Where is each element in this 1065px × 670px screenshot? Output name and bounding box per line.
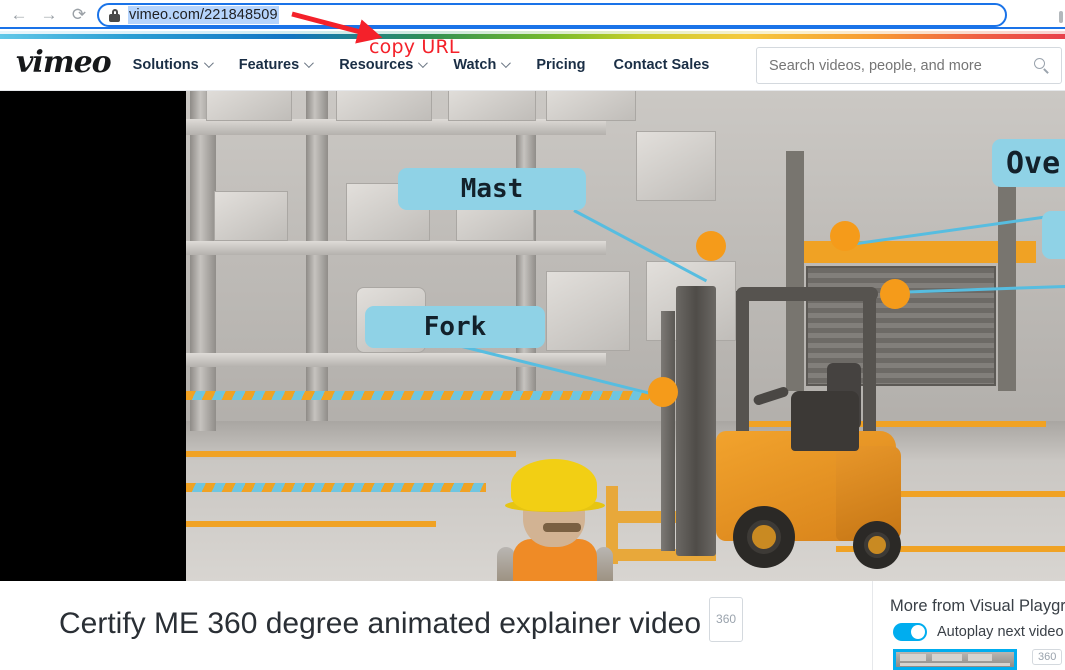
sidebar-title: More from Visual Playgr — [890, 597, 1065, 615]
callout-mast[interactable]: Mast — [398, 168, 586, 210]
nav-label: Pricing — [536, 56, 586, 73]
video-player[interactable]: Mast Fork Ove — [0, 91, 1065, 581]
callout-fork[interactable]: Fork — [365, 306, 545, 348]
shelf — [186, 241, 606, 255]
pallet-box — [336, 91, 432, 121]
nav-label: Resources — [339, 56, 414, 73]
back-button[interactable]: ← — [4, 0, 34, 29]
pallet-box — [546, 271, 630, 351]
callout-overhead-secondary[interactable] — [1042, 211, 1065, 259]
autoplay-label: Autoplay next video — [937, 624, 1064, 640]
chevron-down-icon — [203, 58, 214, 69]
related-video-thumbnail[interactable] — [893, 649, 1017, 670]
main-nav: Solutions Features Resources Watch Prici… — [133, 57, 738, 73]
rack-post — [306, 91, 328, 421]
nav-label: Solutions — [132, 56, 199, 73]
chevron-down-icon — [304, 58, 315, 69]
nav-label: Contact Sales — [613, 56, 710, 73]
address-bar[interactable]: vimeo.com/221848509 — [97, 3, 1007, 27]
browser-chrome: ← → ⟳ vimeo.com/221848509 — [0, 0, 1065, 29]
nav-item-watch[interactable]: Watch — [453, 56, 512, 73]
overhead-guard-post — [863, 291, 876, 451]
site-header: vimeo Solutions Features Resources Watch… — [0, 39, 1065, 91]
floor-stripe — [186, 451, 516, 457]
search-box[interactable] — [756, 47, 1062, 84]
nav-item-contact-sales[interactable]: Contact Sales — [613, 57, 709, 73]
video-info-area: Certify ME 360 degree animated explainer… — [0, 581, 1065, 670]
forklift — [606, 271, 941, 581]
pallet-box — [546, 91, 636, 121]
hotspot-overhead[interactable] — [830, 221, 860, 251]
seat — [791, 391, 859, 451]
autoplay-toggle[interactable] — [893, 623, 927, 641]
front-wheel — [733, 506, 795, 568]
mast — [676, 286, 716, 556]
character-worker-left — [491, 459, 641, 581]
forward-button[interactable]: → — [34, 0, 64, 29]
url-text[interactable]: vimeo.com/221848509 — [128, 6, 279, 24]
nav-item-solutions[interactable]: Solutions — [132, 56, 214, 73]
hotspot-overhead-2[interactable] — [880, 279, 910, 309]
nav-item-features[interactable]: Features — [238, 56, 315, 73]
callout-overhead[interactable]: Ove — [992, 139, 1065, 187]
chevron-down-icon — [501, 58, 512, 69]
floor-stripe — [186, 521, 436, 527]
letterbox-left — [0, 91, 186, 581]
pallet-box — [636, 131, 716, 201]
moustache — [543, 523, 581, 532]
video-title-text: Certify ME 360 degree animated explainer… — [59, 607, 702, 640]
nav-label: Features — [238, 56, 300, 73]
browser-menu-button[interactable] — [1059, 11, 1063, 23]
nav-item-resources[interactable]: Resources — [339, 56, 429, 73]
overhead-guard — [736, 287, 878, 301]
rear-wheel — [853, 521, 901, 569]
nav-item-pricing[interactable]: Pricing — [536, 57, 585, 73]
hotspot-mast[interactable] — [696, 231, 726, 261]
chevron-down-icon — [418, 58, 429, 69]
callout-label: Ove — [1006, 145, 1061, 181]
page-title: Certify ME 360 degree animated explainer… — [59, 597, 839, 643]
rack-post — [190, 91, 216, 431]
search-icon[interactable] — [1034, 58, 1049, 74]
pallet-box — [448, 91, 536, 121]
vimeo-logo[interactable]: vimeo — [16, 47, 112, 82]
lock-icon — [109, 8, 120, 22]
chrome-divider — [0, 27, 1065, 29]
nav-label: Watch — [453, 56, 497, 73]
hazard-stripe — [186, 483, 486, 492]
shelf — [186, 119, 606, 135]
steering-wheel — [752, 385, 790, 407]
hazard-stripe — [186, 391, 656, 400]
search-input[interactable] — [769, 57, 1034, 74]
pallet-box — [214, 191, 288, 241]
related-video-badge: 360 — [1032, 649, 1063, 665]
callout-label: Fork — [423, 312, 487, 342]
reload-button[interactable]: ⟳ — [64, 0, 94, 29]
autoplay-row[interactable]: Autoplay next video — [893, 623, 1064, 641]
arm — [595, 547, 613, 581]
hard-hat — [511, 459, 597, 511]
overhead-guard-post — [736, 291, 749, 441]
pallet-box — [206, 91, 292, 121]
sidebar-divider — [872, 581, 873, 670]
callout-label: Mast — [460, 174, 524, 204]
hotspot-fork[interactable] — [648, 377, 678, 407]
door-frame — [998, 151, 1016, 391]
badge-360: 360 — [709, 597, 744, 642]
page-accent-strip — [0, 31, 1065, 39]
mast-rail — [661, 311, 675, 551]
video-frame[interactable]: Mast Fork Ove — [186, 91, 1065, 581]
